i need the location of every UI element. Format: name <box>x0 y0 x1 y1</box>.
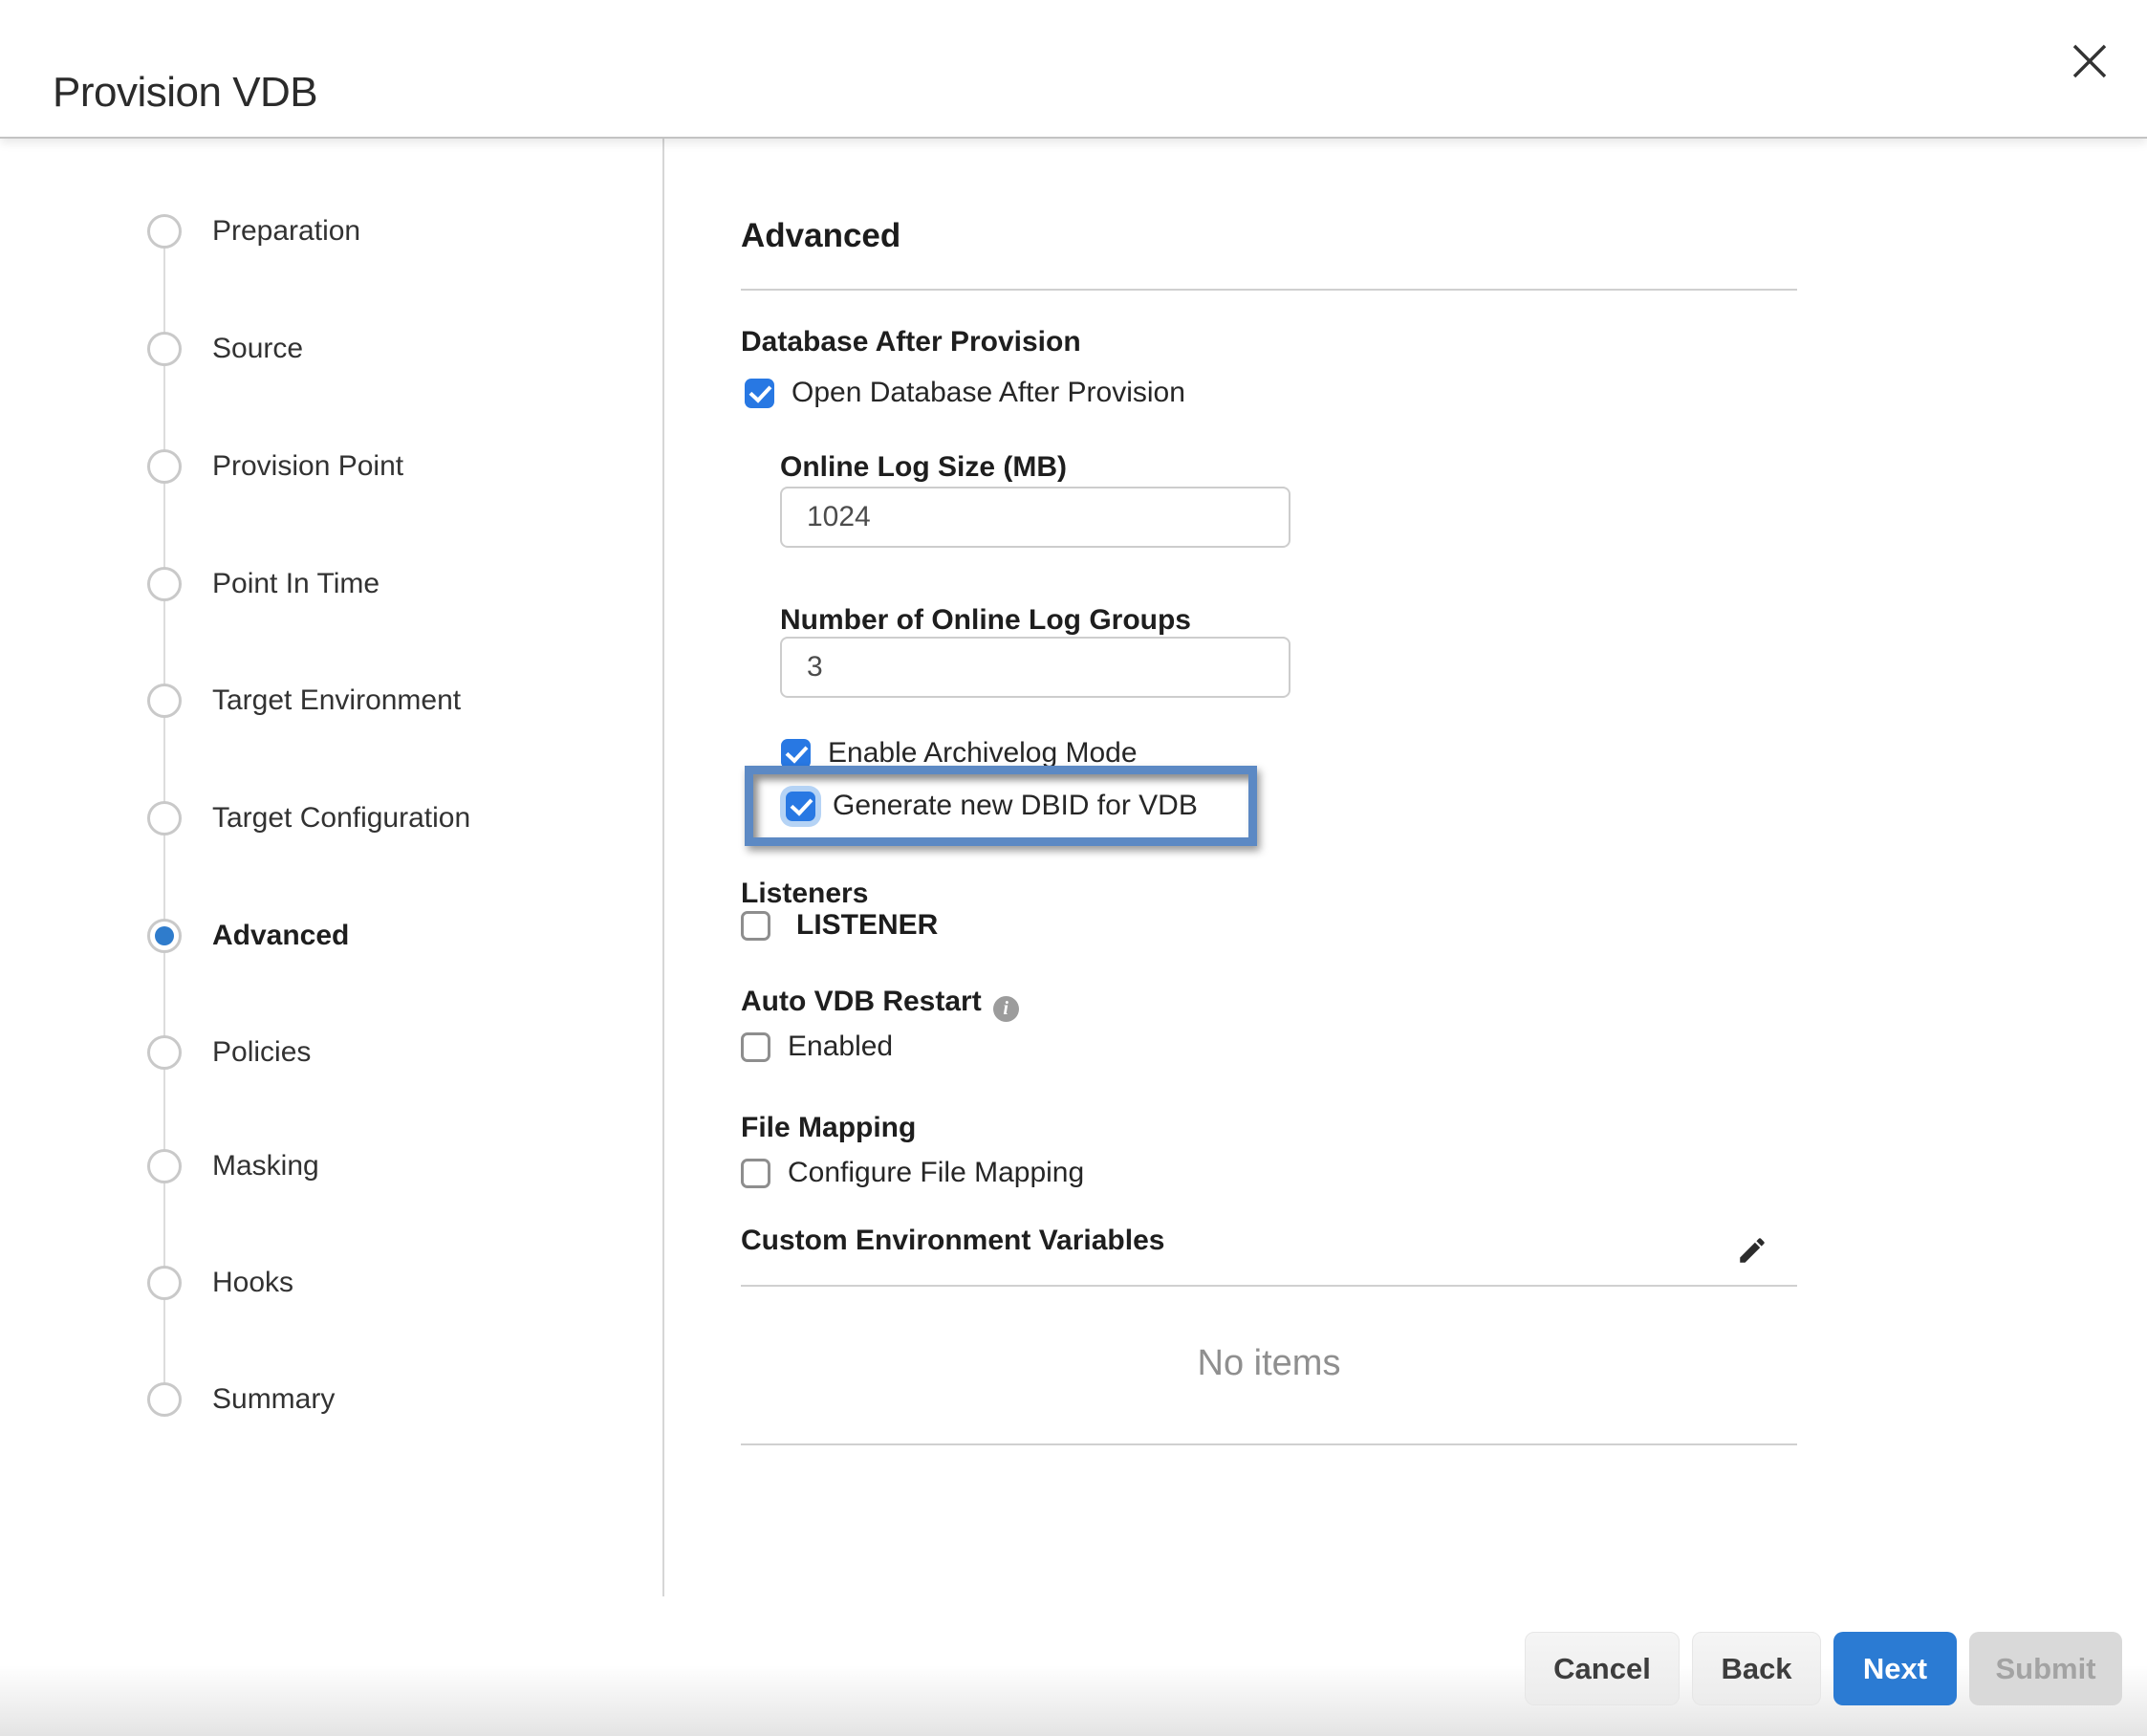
auto-restart-enabled-label: Enabled <box>788 1031 893 1063</box>
step-circle-active <box>147 919 182 953</box>
step-circle <box>147 214 182 249</box>
step-circle <box>147 1035 182 1070</box>
auto-restart-enabled-checkbox[interactable] <box>741 1032 770 1062</box>
step-circle <box>147 684 182 718</box>
online-log-size-label: Online Log Size (MB) <box>780 451 1067 484</box>
listener-label: LISTENER <box>796 909 938 942</box>
configure-file-mapping-label: Configure File Mapping <box>788 1157 1084 1189</box>
cancel-button[interactable]: Cancel <box>1525 1632 1680 1705</box>
sidebar-item-summary[interactable]: Summary <box>147 1375 335 1424</box>
wizard-stepper: Preparation Source Provision Point Point… <box>0 137 662 1596</box>
configure-file-mapping-checkbox[interactable] <box>741 1159 770 1188</box>
close-icon[interactable] <box>2071 42 2109 80</box>
sidebar-item-source[interactable]: Source <box>147 324 303 374</box>
section-title-custom-env-vars: Custom Environment Variables <box>741 1225 1164 1257</box>
sidebar-item-target-configuration[interactable]: Target Configuration <box>147 793 470 843</box>
back-button[interactable]: Back <box>1692 1632 1821 1705</box>
sidebar-item-hooks[interactable]: Hooks <box>147 1258 293 1308</box>
annotation-highlight-box: Generate new DBID for VDB <box>745 766 1257 846</box>
section-title-listeners: Listeners <box>741 878 868 910</box>
sidebar-item-preparation[interactable]: Preparation <box>147 206 360 256</box>
auto-restart-enabled-row: Enabled <box>741 1031 893 1063</box>
step-circle <box>147 1382 182 1417</box>
open-database-after-provision-row: Open Database After Provision <box>745 377 1185 409</box>
section-title-file-mapping: File Mapping <box>741 1112 916 1144</box>
step-circle <box>147 332 182 366</box>
online-log-size-input[interactable] <box>780 487 1290 548</box>
step-circle <box>147 567 182 601</box>
online-log-groups-label: Number of Online Log Groups <box>780 604 1191 637</box>
section-title-auto-vdb-restart: Auto VDB Restart <box>741 986 1019 1022</box>
active-step-dot <box>155 926 174 945</box>
empty-list-message: No items <box>741 1343 1797 1384</box>
listener-checkbox[interactable] <box>741 911 770 941</box>
sidebar-item-masking[interactable]: Masking <box>147 1141 319 1191</box>
step-circle <box>147 1149 182 1183</box>
divider <box>741 1443 1797 1445</box>
enable-archivelog-row: Enable Archivelog Mode <box>781 737 1138 770</box>
enable-archivelog-checkbox[interactable] <box>781 739 811 769</box>
enable-archivelog-label: Enable Archivelog Mode <box>828 737 1138 770</box>
step-circle <box>147 801 182 835</box>
provision-vdb-dialog: Provision VDB Preparation Source Provisi… <box>0 0 2147 1736</box>
divider <box>741 1285 1797 1287</box>
generate-dbid-row: Generate new DBID for VDB <box>753 774 1248 837</box>
listener-row: LISTENER <box>741 909 938 942</box>
footer-button-bar: Cancel Back Next Submit <box>1525 1632 2122 1705</box>
section-title-database-after-provision: Database After Provision <box>741 326 1081 358</box>
online-log-groups-input[interactable] <box>780 637 1290 698</box>
sidebar-item-target-environment[interactable]: Target Environment <box>147 676 461 726</box>
step-circle <box>147 1266 182 1300</box>
sidebar-item-policies[interactable]: Policies <box>147 1028 311 1077</box>
sidebar-item-point-in-time[interactable]: Point In Time <box>147 559 380 609</box>
next-button[interactable]: Next <box>1833 1632 1957 1705</box>
step-circle <box>147 449 182 484</box>
sidebar-item-provision-point[interactable]: Provision Point <box>147 442 403 491</box>
edit-pencil-icon[interactable] <box>1736 1234 1768 1267</box>
sidebar-item-advanced[interactable]: Advanced <box>147 911 349 961</box>
dialog-title: Provision VDB <box>53 69 317 117</box>
sidebar-divider <box>662 137 664 1596</box>
advanced-step-panel: Advanced Database After Provision Open D… <box>741 137 1797 1599</box>
info-icon[interactable] <box>993 996 1019 1022</box>
auto-vdb-restart-title: Auto VDB Restart <box>741 986 982 1017</box>
generate-dbid-checkbox[interactable] <box>786 792 815 821</box>
divider <box>741 289 1797 291</box>
configure-file-mapping-row: Configure File Mapping <box>741 1157 1084 1189</box>
page-title: Advanced <box>741 217 900 255</box>
open-database-checkbox[interactable] <box>745 379 774 408</box>
generate-dbid-label: Generate new DBID for VDB <box>833 790 1198 822</box>
submit-button[interactable]: Submit <box>1969 1632 2122 1705</box>
dialog-header: Provision VDB <box>0 0 2147 139</box>
open-database-label: Open Database After Provision <box>792 377 1185 409</box>
